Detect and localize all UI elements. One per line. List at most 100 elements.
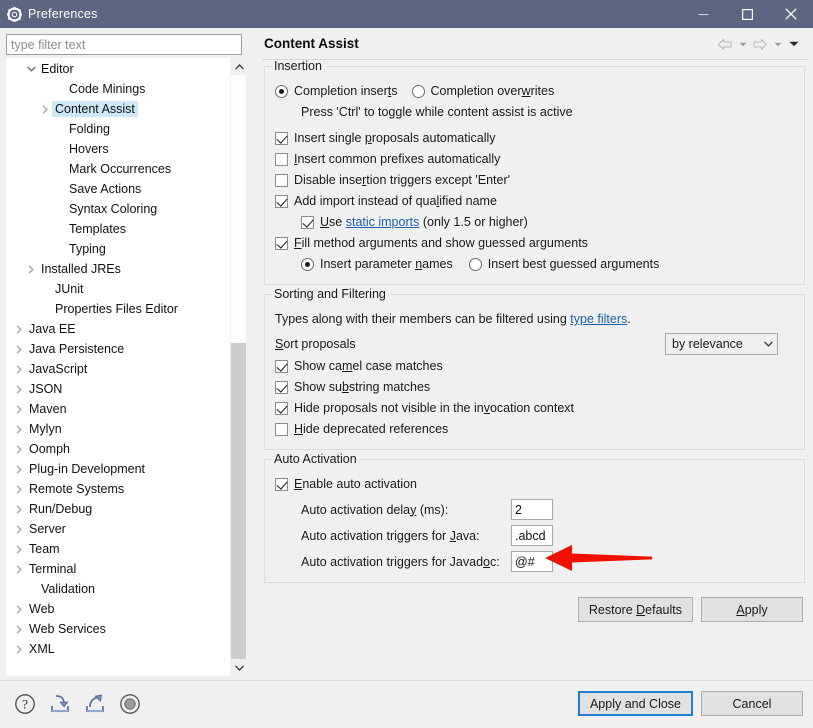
sidebar-item-team[interactable]: Team bbox=[6, 539, 228, 559]
sidebar-item-oomph[interactable]: Oomph bbox=[6, 439, 228, 459]
chevron-right-icon[interactable] bbox=[12, 625, 26, 634]
chevron-right-icon[interactable] bbox=[12, 545, 26, 554]
sidebar-item-hovers[interactable]: Hovers bbox=[6, 139, 228, 159]
sidebar-item-mark-occurrences[interactable]: Mark Occurrences bbox=[6, 159, 228, 179]
radio-completion-overwrites[interactable]: Completion overwrites bbox=[412, 83, 555, 99]
minimize-button[interactable] bbox=[681, 0, 725, 28]
chevron-right-icon[interactable] bbox=[12, 445, 26, 454]
chevron-right-icon[interactable] bbox=[12, 645, 26, 654]
footer-icon-bar: ? bbox=[12, 691, 143, 717]
apply-and-close-button[interactable]: Apply and Close bbox=[578, 691, 693, 716]
close-button[interactable] bbox=[769, 0, 813, 28]
type-filters-description-row: Types along with their members can be fi… bbox=[275, 309, 794, 329]
back-history-chevron-down-icon[interactable] bbox=[736, 35, 749, 53]
chevron-right-icon[interactable] bbox=[12, 525, 26, 534]
chevron-right-icon[interactable] bbox=[12, 425, 26, 434]
import-preferences-icon[interactable] bbox=[47, 691, 73, 717]
sidebar-item-java-persistence[interactable]: Java Persistence bbox=[6, 339, 228, 359]
sidebar-item-run-debug[interactable]: Run/Debug bbox=[6, 499, 228, 519]
maximize-button[interactable] bbox=[725, 0, 769, 28]
sidebar-item-plug-in-development[interactable]: Plug-in Development bbox=[6, 459, 228, 479]
chevron-down-icon[interactable] bbox=[24, 66, 38, 72]
tree-scrollbar-track[interactable] bbox=[231, 75, 246, 659]
checkbox-disable-insertion-triggers[interactable]: Disable insertion triggers except 'Enter… bbox=[275, 170, 794, 190]
restore-defaults-button[interactable]: Restore Defaults bbox=[578, 597, 693, 622]
sidebar-item-javascript[interactable]: JavaScript bbox=[6, 359, 228, 379]
checkbox-fill-method-arguments[interactable]: Fill method arguments and show guessed a… bbox=[275, 233, 794, 253]
chevron-right-icon[interactable] bbox=[12, 385, 26, 394]
tree-scrollbar[interactable] bbox=[230, 58, 246, 676]
static-imports-link[interactable]: static imports bbox=[346, 215, 420, 229]
filter-input[interactable] bbox=[6, 34, 242, 55]
chevron-right-icon[interactable] bbox=[12, 405, 26, 414]
checkbox-enable-auto-activation[interactable]: Enable auto activation bbox=[275, 474, 794, 494]
sidebar-item-typing[interactable]: Typing bbox=[6, 239, 228, 259]
checkbox-insert-common-prefixes[interactable]: Insert common prefixes automatically bbox=[275, 149, 794, 169]
checkbox-enable-auto-activation-label: Enable auto activation bbox=[294, 476, 417, 492]
sidebar-item-maven[interactable]: Maven bbox=[6, 399, 228, 419]
auto-activation-group-title: Auto Activation bbox=[272, 452, 361, 466]
sidebar-item-json[interactable]: JSON bbox=[6, 379, 228, 399]
radio-insert-parameter-names[interactable]: Insert parameter names bbox=[301, 256, 453, 272]
auto-activation-delay-input[interactable] bbox=[511, 499, 553, 520]
back-arrow-icon[interactable] bbox=[715, 35, 735, 53]
chevron-right-icon[interactable] bbox=[12, 465, 26, 474]
checkbox-show-substring[interactable]: Show substring matches bbox=[275, 377, 794, 397]
checkbox-show-camel-case[interactable]: Show camel case matches bbox=[275, 356, 794, 376]
type-filters-link[interactable]: type filters bbox=[570, 312, 627, 326]
chevron-right-icon[interactable] bbox=[12, 505, 26, 514]
checkbox-use-static-imports[interactable]: Use static imports (only 1.5 or higher) bbox=[275, 212, 794, 232]
export-preferences-icon[interactable] bbox=[82, 691, 108, 717]
chevron-right-icon[interactable] bbox=[24, 265, 38, 274]
forward-history-chevron-down-icon[interactable] bbox=[771, 35, 784, 53]
sidebar-item-xml[interactable]: XML bbox=[6, 639, 228, 659]
sidebar-item-content-assist[interactable]: Content Assist bbox=[6, 99, 228, 119]
chevron-right-icon[interactable] bbox=[12, 605, 26, 614]
chevron-right-icon[interactable] bbox=[12, 325, 26, 334]
sidebar-item-junit[interactable]: JUnit bbox=[6, 279, 228, 299]
checkbox-add-import[interactable]: Add import instead of qualified name bbox=[275, 191, 794, 211]
sidebar-item-web-services[interactable]: Web Services bbox=[6, 619, 228, 639]
sidebar-item-folding[interactable]: Folding bbox=[6, 119, 228, 139]
chevron-right-icon[interactable] bbox=[12, 345, 26, 354]
sidebar-item-validation[interactable]: Validation bbox=[6, 579, 228, 599]
cancel-button[interactable]: Cancel bbox=[701, 691, 803, 716]
sort-proposals-select[interactable]: by relevance bbox=[665, 333, 778, 355]
checkbox-insert-single-proposals[interactable]: Insert single proposals automatically bbox=[275, 128, 794, 148]
checkbox-hide-deprecated[interactable]: Hide deprecated references bbox=[275, 419, 794, 439]
sidebar-item-remote-systems[interactable]: Remote Systems bbox=[6, 479, 228, 499]
sidebar-item-server[interactable]: Server bbox=[6, 519, 228, 539]
help-icon[interactable]: ? bbox=[12, 691, 38, 717]
tree-scrollbar-thumb[interactable] bbox=[231, 75, 246, 343]
chevron-right-icon[interactable] bbox=[12, 565, 26, 574]
sidebar-item-java-ee[interactable]: Java EE bbox=[6, 319, 228, 339]
sidebar-item-mylyn[interactable]: Mylyn bbox=[6, 419, 228, 439]
radio-completion-inserts[interactable]: Completion inserts bbox=[275, 83, 398, 99]
sidebar-item-terminal[interactable]: Terminal bbox=[6, 559, 228, 579]
chevron-right-icon[interactable] bbox=[12, 485, 26, 494]
record-icon[interactable] bbox=[117, 691, 143, 717]
checkbox-hide-not-visible[interactable]: Hide proposals not visible in the invoca… bbox=[275, 398, 794, 418]
java-trigger-input[interactable] bbox=[511, 525, 553, 546]
sidebar-item-label: Code Minings bbox=[66, 81, 148, 97]
preferences-tree[interactable]: Editor Code Minings Content AssistFoldingH… bbox=[6, 58, 246, 676]
scroll-down-arrow-icon[interactable] bbox=[231, 659, 246, 676]
sidebar-item-web[interactable]: Web bbox=[6, 599, 228, 619]
sidebar-item-properties-files-editor[interactable]: Properties Files Editor bbox=[6, 299, 228, 319]
sidebar-item-installed-jres[interactable]: Installed JREs bbox=[6, 259, 228, 279]
scroll-up-arrow-icon[interactable] bbox=[231, 58, 246, 75]
radio-insert-best-guessed[interactable]: Insert best guessed arguments bbox=[469, 256, 660, 272]
sidebar-item-code-minings[interactable]: Code Minings bbox=[6, 79, 228, 99]
sidebar-item-editor[interactable]: Editor bbox=[6, 59, 228, 79]
forward-arrow-icon[interactable] bbox=[750, 35, 770, 53]
sidebar-item-save-actions[interactable]: Save Actions bbox=[6, 179, 228, 199]
javadoc-trigger-input[interactable] bbox=[511, 551, 553, 572]
checkbox-add-import-indicator bbox=[275, 195, 288, 208]
chevron-right-icon[interactable] bbox=[38, 105, 52, 114]
sidebar-item-syntax-coloring[interactable]: Syntax Coloring bbox=[6, 199, 228, 219]
sidebar-item-templates[interactable]: Templates bbox=[6, 219, 228, 239]
page-menu-chevron-down-icon[interactable] bbox=[785, 35, 803, 53]
chevron-right-icon[interactable] bbox=[12, 365, 26, 374]
sidebar-item-label: Mark Occurrences bbox=[66, 161, 174, 177]
apply-button[interactable]: Apply bbox=[701, 597, 803, 622]
